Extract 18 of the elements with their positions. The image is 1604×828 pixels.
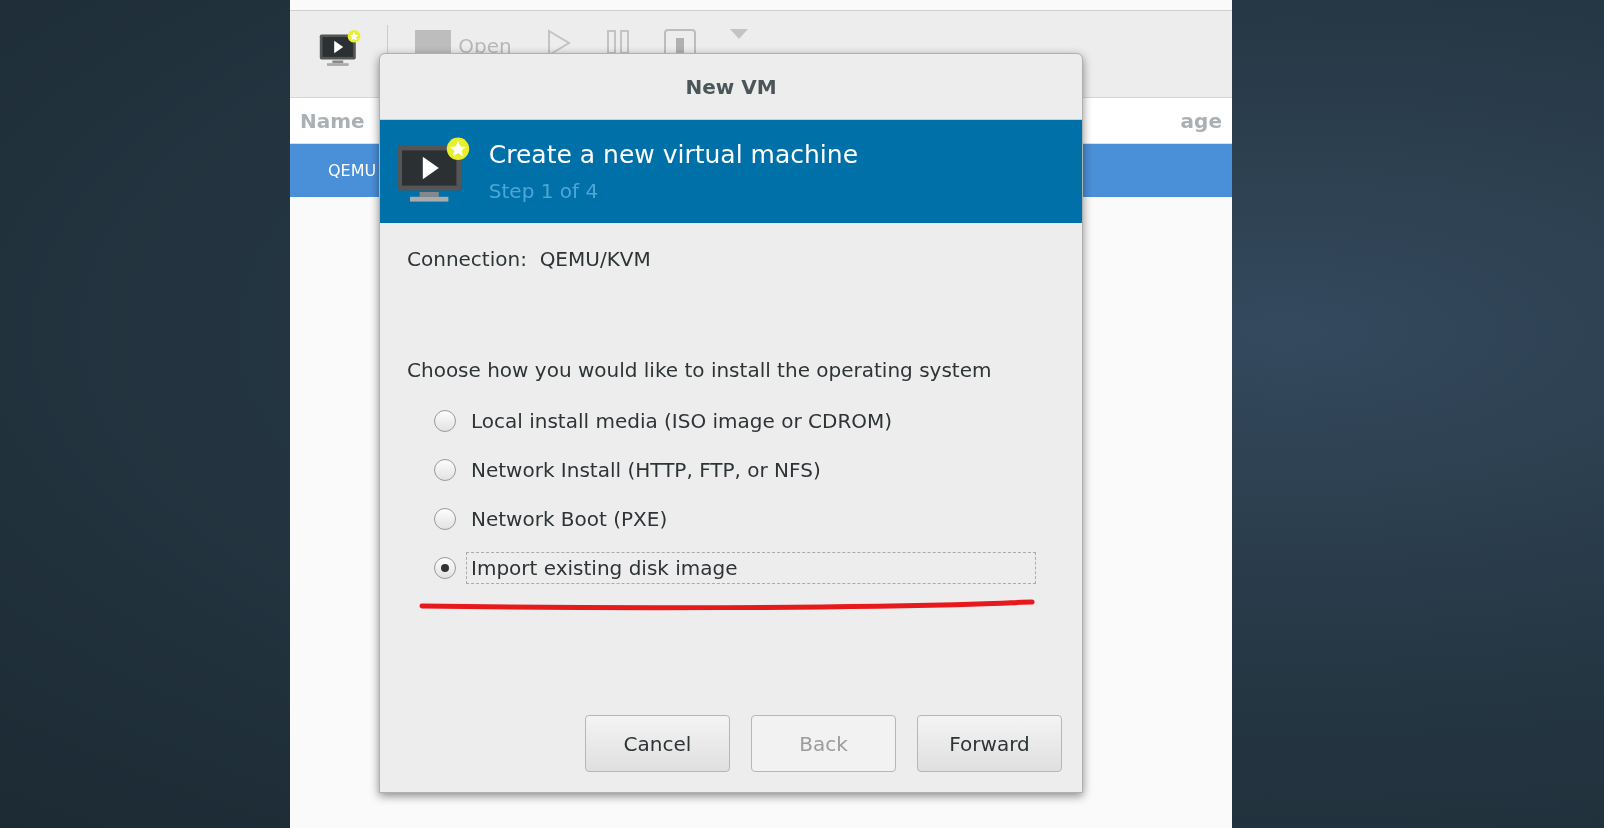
radio-button[interactable] [434,409,456,432]
header-title: Create a new virtual machine [488,140,858,169]
dialog-button[interactable]: Forward [917,715,1062,772]
radio-button[interactable] [434,458,456,481]
option-label[interactable]: Local install media (ISO image or CDROM) [466,404,898,437]
pause-icon [605,29,630,55]
option-label[interactable]: Network Install (HTTP, FTP, or NFS) [466,453,826,486]
caret-icon [729,29,748,39]
radio-button[interactable] [434,556,456,579]
option-label[interactable]: Import existing disk image [466,551,1036,584]
vm-name: QEMU [328,161,377,180]
monitor-star-icon [318,29,362,69]
option-label[interactable]: Network Boot (PXE) [466,502,673,535]
connection-label: Connection: QEMU/KVM [407,247,652,271]
radio-button[interactable] [434,507,456,530]
install-prompt: Choose how you would like to install the operating system [407,358,993,382]
step-label: Step 1 of 4 [488,179,600,203]
dialog-button[interactable]: Cancel [585,715,730,772]
